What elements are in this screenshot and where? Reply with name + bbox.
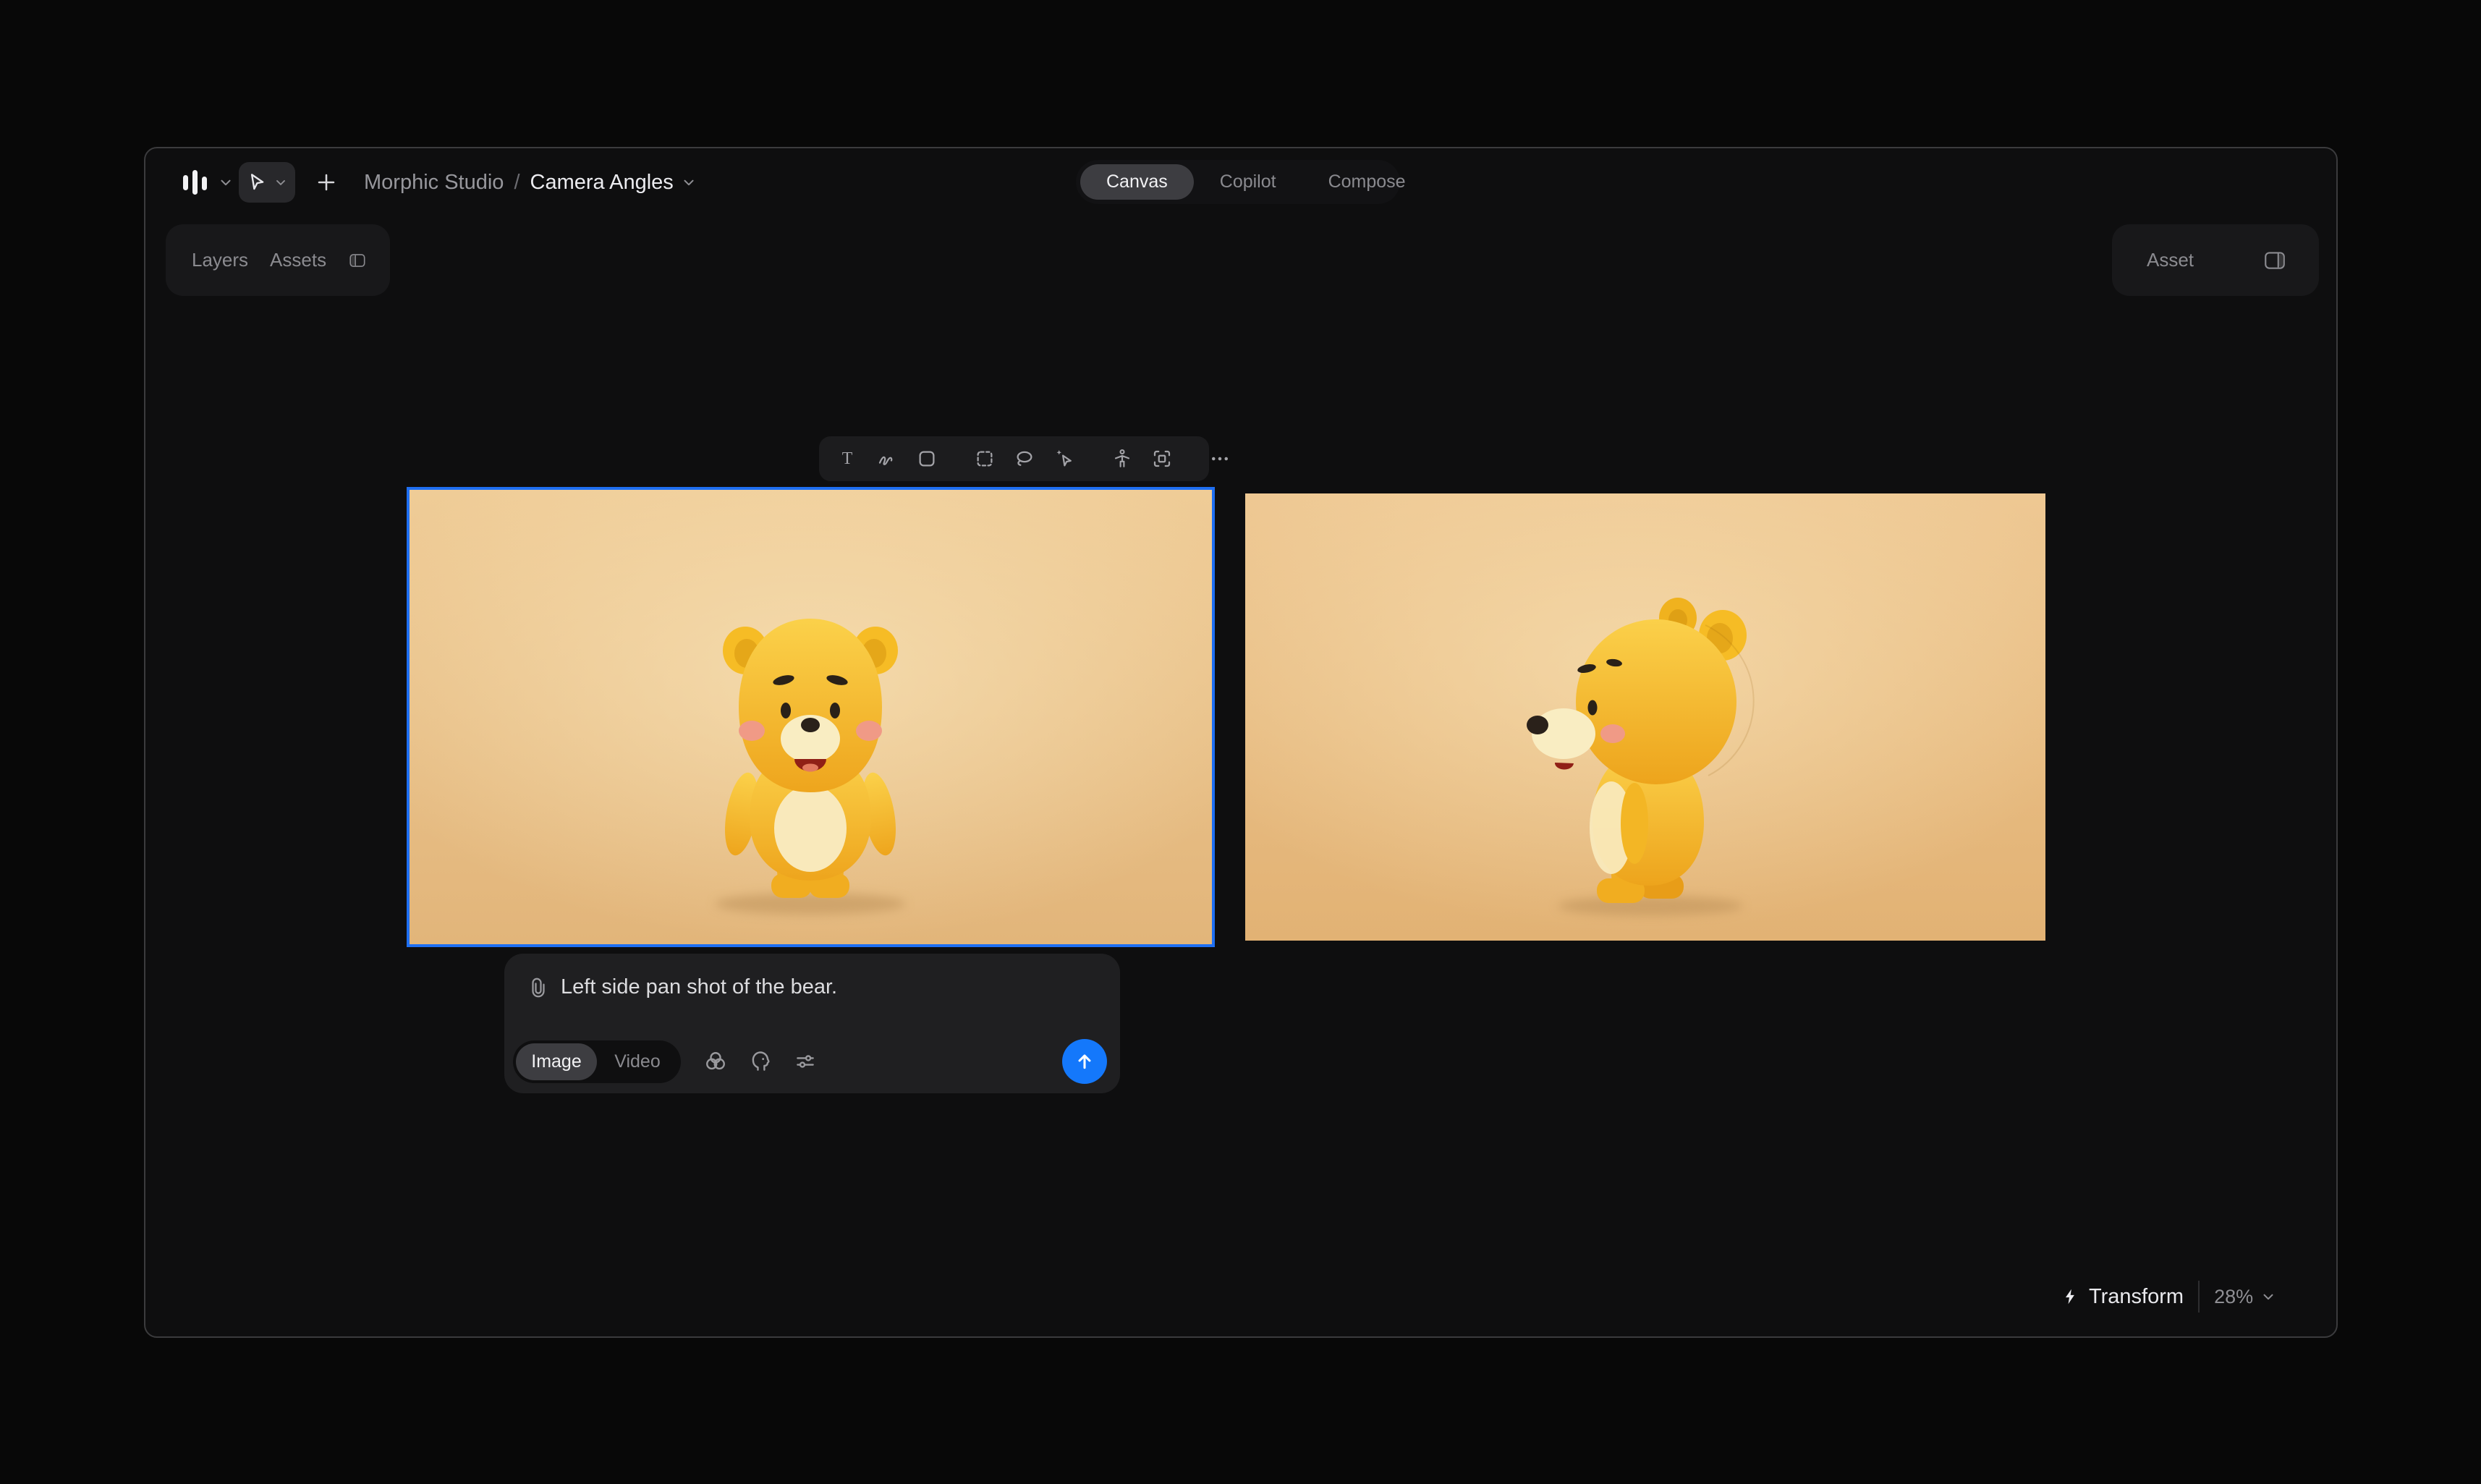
prompt-bar: Left side pan shot of the bear. Image Vi… <box>504 954 1120 1093</box>
prompt-controls-row: Image Video <box>513 1039 1107 1084</box>
draw-tool[interactable] <box>876 446 898 471</box>
left-panel-header: Layers Assets <box>166 224 390 296</box>
transform-button[interactable]: Transform <box>2061 1285 2184 1309</box>
model-picker-button[interactable] <box>703 1048 729 1074</box>
chevron-down-icon <box>681 174 697 190</box>
app-frame: Morphic Studio / Camera Angles Canvas Co… <box>144 147 2338 1338</box>
cursor-icon <box>246 171 268 193</box>
arrow-up-icon <box>1073 1050 1096 1073</box>
mode-image-label: Image <box>531 1051 581 1072</box>
frame-tool[interactable] <box>1151 446 1173 471</box>
tab-canvas[interactable]: Canvas <box>1080 164 1194 200</box>
marquee-select-icon <box>974 448 996 470</box>
view-mode-tabs: Canvas Copilot Compose <box>1076 160 1400 204</box>
panel-tab-layers[interactable]: Layers <box>192 249 248 271</box>
sliders-icon <box>793 1049 818 1074</box>
panel-left-icon[interactable] <box>348 248 367 273</box>
ai-cursor-icon <box>1053 448 1075 470</box>
draw-squiggle-icon <box>876 448 898 470</box>
send-button[interactable] <box>1062 1039 1107 1084</box>
person-pose-icon <box>1111 448 1133 470</box>
tab-canvas-label: Canvas <box>1106 171 1168 192</box>
lasso-tool[interactable] <box>1014 446 1035 471</box>
status-divider <box>2198 1281 2200 1313</box>
lightning-icon <box>2061 1287 2080 1306</box>
breadcrumb-current[interactable]: Camera Angles <box>530 171 697 195</box>
character-button[interactable] <box>747 1048 773 1074</box>
tab-compose-label: Compose <box>1328 171 1406 192</box>
prompt-action-icons <box>703 1048 818 1074</box>
tab-compose[interactable]: Compose <box>1302 164 1432 200</box>
tab-copilot-label: Copilot <box>1220 171 1276 192</box>
canvas-image-bear-front[interactable] <box>410 490 1212 944</box>
breadcrumb-project[interactable]: Morphic Studio <box>364 171 504 195</box>
zoom-value: 28% <box>2214 1286 2253 1308</box>
text-tool-icon: T <box>836 448 858 470</box>
mode-video[interactable]: Video <box>597 1043 678 1080</box>
select-tool-button[interactable] <box>239 162 295 203</box>
mode-image[interactable]: Image <box>516 1043 597 1080</box>
model-rings-icon <box>703 1049 728 1074</box>
panel-tab-assets[interactable]: Assets <box>270 249 326 271</box>
transform-label: Transform <box>2089 1285 2184 1309</box>
plus-icon <box>315 171 338 194</box>
canvas-toolbar: T <box>819 436 1209 481</box>
status-bar: Transform 28% <box>2061 1274 2276 1319</box>
app-root: { "window": { "background": "#080808", "… <box>0 0 2481 1484</box>
shape-tool[interactable] <box>916 446 938 471</box>
text-tool[interactable]: T <box>836 446 858 471</box>
add-button[interactable] <box>306 163 347 202</box>
prompt-input[interactable]: Left side pan shot of the bear. <box>561 975 837 999</box>
marquee-select-tool[interactable] <box>974 446 996 471</box>
breadcrumb-current-label: Camera Angles <box>530 171 674 195</box>
breadcrumb-separator: / <box>514 171 519 195</box>
lasso-icon <box>1014 448 1035 470</box>
panel-right-icon[interactable] <box>2262 248 2287 273</box>
focus-frame-icon <box>1151 448 1173 470</box>
mode-toggle: Image Video <box>513 1040 681 1083</box>
bear-side-illustration <box>1245 493 2045 941</box>
ai-select-tool[interactable] <box>1053 446 1075 471</box>
chevron-down-icon <box>273 175 288 190</box>
chevron-down-icon <box>2260 1289 2276 1305</box>
pose-tool[interactable] <box>1111 446 1133 471</box>
zoom-control[interactable]: 28% <box>2214 1286 2276 1308</box>
more-tools-button[interactable] <box>1209 446 1231 471</box>
panel-tab-asset[interactable]: Asset <box>2147 249 2194 271</box>
right-panel-header: Asset <box>2112 224 2319 296</box>
paperclip-icon[interactable] <box>527 977 549 998</box>
character-head-icon <box>748 1049 773 1074</box>
app-logo-menu-button[interactable] <box>170 161 242 203</box>
bear-front-illustration <box>410 490 1212 944</box>
waveform-logo-icon <box>179 165 212 200</box>
tab-copilot[interactable]: Copilot <box>1194 164 1302 200</box>
rectangle-shape-icon <box>916 448 938 470</box>
breadcrumb: Morphic Studio / Camera Angles <box>364 163 697 202</box>
svg-text:T: T <box>842 449 853 468</box>
ellipsis-icon <box>1209 448 1231 470</box>
prompt-input-row: Left side pan shot of the bear. <box>527 975 837 999</box>
canvas-image-bear-side[interactable] <box>1245 493 2045 941</box>
generation-settings-button[interactable] <box>792 1048 818 1074</box>
mode-video-label: Video <box>614 1051 661 1072</box>
chevron-down-icon <box>218 174 234 190</box>
